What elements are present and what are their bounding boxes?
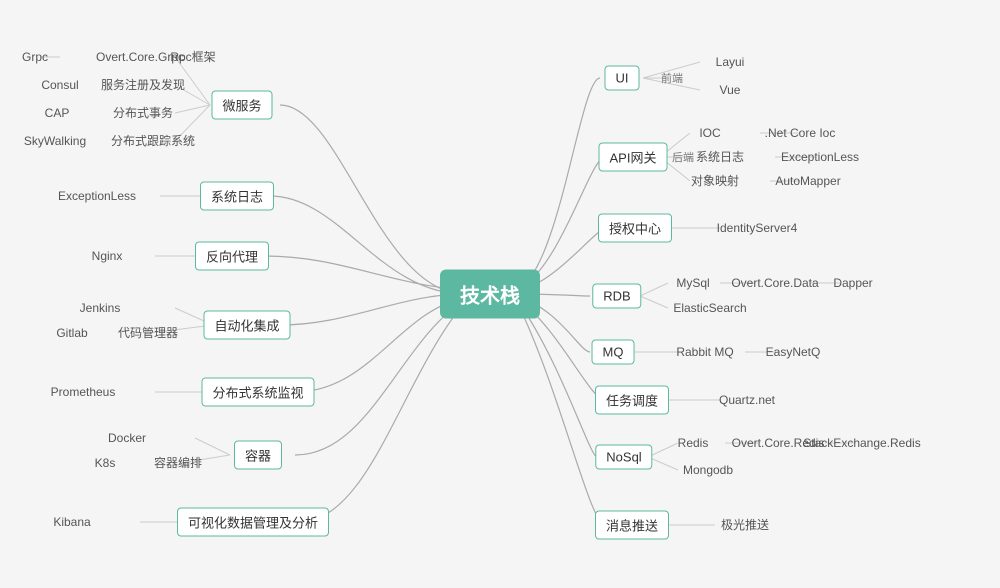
center-label: 技术栈: [440, 270, 540, 319]
node-kibana: Kibana: [49, 513, 94, 531]
node-vue: Vue: [716, 81, 745, 99]
node-keshihua: 可视化数据管理及分析: [177, 508, 329, 537]
node-jenkins: Jenkins: [76, 299, 125, 317]
node-fuwu: 服务注册及发现: [97, 76, 189, 94]
node-nginx: Nginx: [88, 247, 127, 265]
node-easynetq: EasyNetQ: [762, 343, 825, 361]
node-dapper: Dapper: [829, 274, 876, 292]
node-grpc: Grpc: [18, 48, 52, 66]
mind-map: 技术栈 微服务 Overt.Core.Grpc Grpc Rpc框架 Consu…: [0, 0, 1000, 588]
node-layui: Layui: [712, 53, 749, 71]
node-duixiangyingshe: 对象映射: [687, 172, 743, 190]
node-xitongrizhi: 系统日志: [200, 182, 274, 211]
node-daima: 代码管理器: [114, 324, 182, 342]
node-stackexchangeredis: StackExchange.Redis: [799, 434, 924, 452]
node-mysql: MySql: [672, 274, 713, 292]
node-rdb: RDB: [592, 284, 641, 309]
node-netcoreioc: .Net Core Ioc: [761, 124, 840, 142]
node-mongodb: Mongodb: [679, 461, 737, 479]
node-overtcoredata: Overt.Core.Data: [727, 274, 822, 292]
node-fenbushishiwu: 分布式事务: [109, 104, 177, 122]
node-skywalking: SkyWalking: [20, 132, 90, 150]
node-ioc: IOC: [695, 124, 724, 142]
node-cap: CAP: [41, 104, 74, 122]
node-exceptionless: ExceptionLess: [54, 187, 140, 205]
node-elasticsearch: ElasticSearch: [669, 299, 750, 317]
node-rongqibianpai: 容器编排: [150, 454, 206, 472]
node-rongqi: 容器: [234, 441, 282, 470]
node-nosql: NoSql: [595, 445, 652, 470]
node-rabbitmq: Rabbit MQ: [672, 343, 737, 361]
center-node: 技术栈: [440, 270, 540, 319]
weifuwu-label: 微服务: [211, 91, 272, 120]
node-renwudiaodue: 任务调度: [595, 386, 669, 415]
node-fandaili: 反向代理: [195, 242, 269, 271]
node-redis: Redis: [674, 434, 713, 452]
node-identityserver4: IdentityServer4: [713, 219, 802, 237]
node-quartz: Quartz.net: [715, 391, 779, 409]
node-gitlab: Gitlab: [52, 324, 91, 342]
node-apiwangguan: API网关: [599, 143, 668, 172]
node-automapper: AutoMapper: [771, 172, 844, 190]
node-rpc: Rpc框架: [166, 48, 219, 66]
node-jiguang: 极光推送: [717, 516, 773, 534]
node-genzong: 分布式跟踪系统: [107, 132, 199, 150]
node-weifuwu: 微服务: [211, 91, 272, 120]
node-mq: MQ: [592, 340, 635, 365]
node-k8s: K8s: [91, 454, 120, 472]
node-xitongrizhi2: 系统日志: [692, 148, 748, 166]
node-xiaotuisong: 消息推送: [595, 511, 669, 540]
node-zidonghujicheng: 自动化集成: [203, 311, 290, 340]
node-ui: UI: [605, 66, 640, 91]
node-consul: Consul: [37, 76, 82, 94]
node-prometheus: Prometheus: [47, 383, 120, 401]
node-docker: Docker: [104, 429, 150, 447]
node-exceptionless2: ExceptionLess: [777, 148, 863, 166]
node-ui-sub: 前端: [657, 69, 687, 87]
node-jiankong: 分布式系统监视: [201, 378, 314, 407]
node-shouquanzhongxin: 授权中心: [598, 214, 672, 243]
